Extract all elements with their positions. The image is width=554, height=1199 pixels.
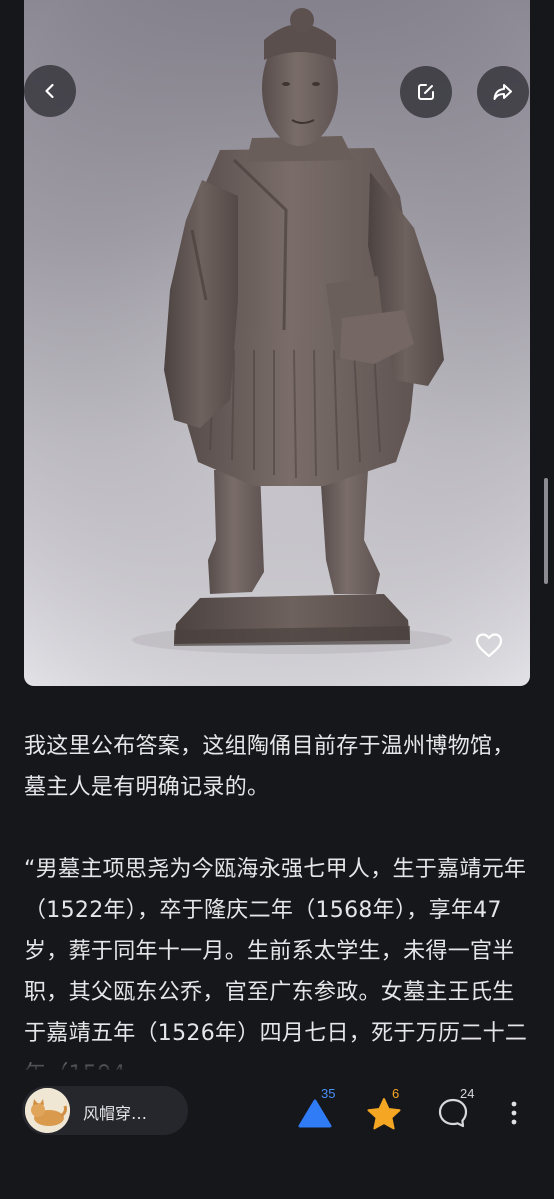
upvote-button[interactable]: 35 [297, 1086, 337, 1132]
cat-avatar-icon [25, 1088, 70, 1133]
article-paragraph: 我这里公布答案，这组陶俑目前存于温州博物馆，墓主人是有明确记录的。 [24, 734, 515, 800]
screen: 我这里公布答案，这组陶俑目前存于温州博物馆，墓主人是有明确记录的。 “男墓主项思… [0, 0, 554, 1199]
bottom-action-bar: 风帽穿… 35 6 24 [0, 1048, 554, 1199]
star-count: 6 [392, 1086, 400, 1101]
article-body: 我这里公布答案，这组陶俑目前存于温州博物馆，墓主人是有明确记录的。 “男墓主项思… [24, 726, 530, 1095]
heart-icon [475, 633, 503, 658]
post-photo[interactable] [24, 0, 530, 686]
edit-icon [418, 84, 434, 100]
comment-button[interactable]: 24 [436, 1086, 476, 1132]
figurine-image [24, 0, 530, 686]
favorite-button[interactable]: 6 [365, 1086, 405, 1132]
more-options-button[interactable] [504, 1092, 524, 1132]
scrollbar-thumb[interactable] [544, 478, 548, 584]
comment-bubble-icon [438, 1098, 468, 1128]
upvote-count: 35 [321, 1086, 336, 1101]
back-button[interactable] [24, 65, 76, 117]
upvote-triangle-icon [298, 1099, 332, 1128]
comment-count: 24 [460, 1086, 475, 1101]
chevron-left-icon [45, 83, 54, 99]
star-icon [367, 1098, 401, 1130]
avatar[interactable] [25, 1088, 70, 1133]
share-icon [493, 84, 512, 100]
author-name: 风帽穿… [83, 1104, 148, 1123]
more-vertical-icon [511, 1101, 517, 1125]
like-button[interactable] [472, 628, 506, 662]
edit-button[interactable] [400, 66, 452, 118]
author-chip[interactable]: 风帽穿… [22, 1086, 188, 1135]
share-button[interactable] [477, 66, 529, 118]
